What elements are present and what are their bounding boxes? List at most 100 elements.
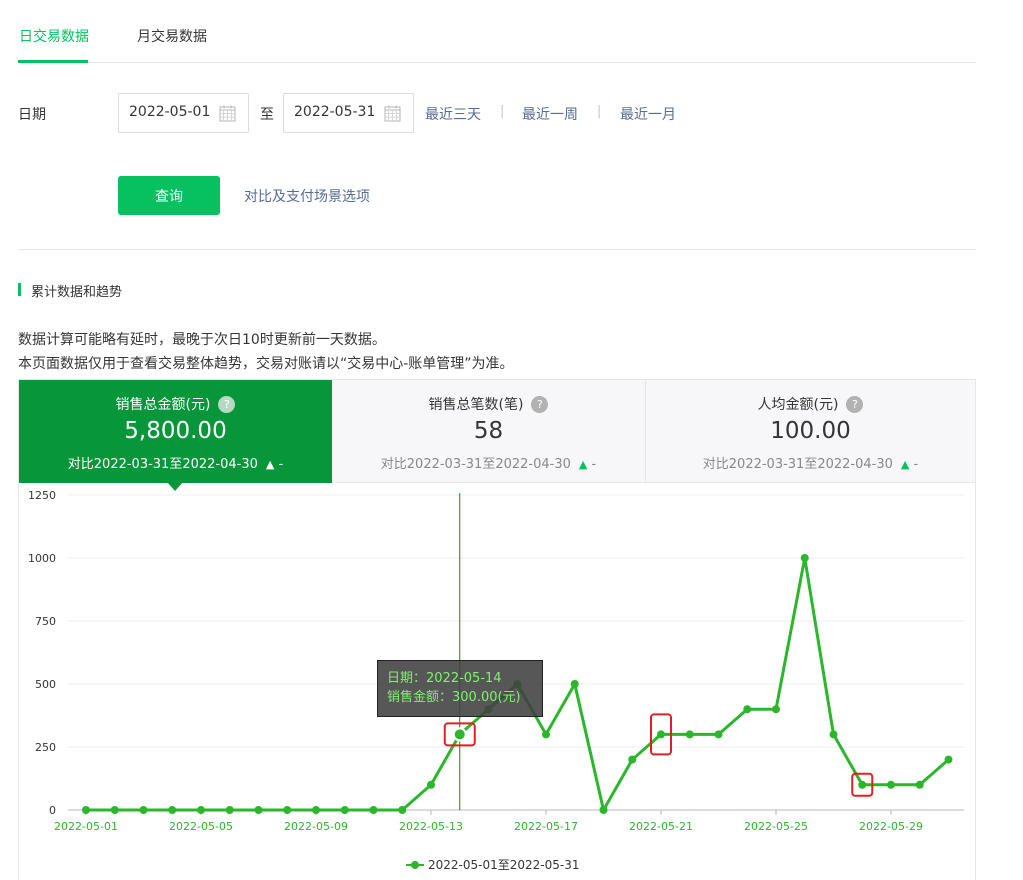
tooltip-date: 日期：2022-05-14 xyxy=(387,671,502,686)
metric-card-total-amount[interactable]: 销售总金额(元)? 5,800.00 对比2022-03-31至2022-04-… xyxy=(19,380,332,483)
data-point xyxy=(944,755,953,764)
tooltip-amount: 销售金额：300.00(元) xyxy=(387,690,521,705)
x-tick-label: 2022-05-09 xyxy=(284,820,348,833)
data-point xyxy=(110,806,119,814)
data-point xyxy=(858,780,867,789)
tab-bar: 日交易数据 月交易数据 xyxy=(18,0,976,63)
metric-card-total-count[interactable]: 销售总笔数(笔)? 58 对比2022-03-31至2022-04-30 ▲ - xyxy=(332,380,645,483)
data-point xyxy=(312,806,320,814)
x-tick-label: 2022-05-29 xyxy=(859,820,923,833)
metric-title: 人均金额(元) xyxy=(757,397,839,413)
calendar-icon[interactable] xyxy=(219,105,236,122)
end-date-input[interactable] xyxy=(294,104,384,120)
metric-title: 销售总金额(元) xyxy=(115,397,211,413)
y-tick-label: 250 xyxy=(35,741,56,754)
up-arrow-icon: ▲ xyxy=(265,458,275,471)
data-point xyxy=(570,680,579,688)
data-point xyxy=(452,727,467,742)
date-range-separator: 至 xyxy=(260,107,274,123)
data-point xyxy=(887,780,895,789)
metric-compare-row: 对比2022-03-31至2022-04-30 ▲ - xyxy=(646,453,975,472)
data-point xyxy=(398,806,407,814)
section-title: 累计数据和趋势 xyxy=(31,285,123,300)
metric-compare-range: 对比2022-03-31至2022-04-30 xyxy=(380,457,571,472)
link-separator: | xyxy=(597,104,602,119)
up-arrow-icon: ▲ xyxy=(900,458,910,471)
data-point xyxy=(685,730,694,739)
start-date-input[interactable] xyxy=(129,104,219,120)
x-tick-label: 2022-05-21 xyxy=(629,820,693,833)
start-date-field[interactable] xyxy=(118,93,249,133)
metric-change: - xyxy=(913,457,919,472)
help-icon[interactable]: ? xyxy=(218,396,236,413)
calendar-icon[interactable] xyxy=(384,105,401,122)
chart-legend[interactable]: 2022-05-01至2022-05-31 xyxy=(406,856,579,873)
data-point xyxy=(197,806,205,814)
data-point xyxy=(599,806,608,814)
y-tick-label: 0 xyxy=(49,804,56,817)
x-tick-label: 2022-05-25 xyxy=(744,820,808,833)
active-tab-indicator xyxy=(18,60,88,63)
data-point xyxy=(340,806,349,814)
metric-value: 100.00 xyxy=(770,418,851,444)
quick-link-last-month[interactable]: 最近一月 xyxy=(620,104,676,124)
data-point xyxy=(254,806,263,814)
x-tick-label: 2022-05-13 xyxy=(399,820,463,833)
help-icon[interactable]: ? xyxy=(846,396,864,413)
metric-value: 5,800.00 xyxy=(124,418,227,444)
data-point xyxy=(800,554,809,562)
data-point xyxy=(369,806,378,814)
data-point xyxy=(139,806,148,814)
y-tick-label: 1000 xyxy=(28,552,56,565)
legend-label: 2022-05-01至2022-05-31 xyxy=(428,858,580,872)
end-date-field[interactable] xyxy=(283,93,414,133)
metric-compare-row: 对比2022-03-31至2022-04-30 ▲ - xyxy=(332,453,645,472)
chart-tooltip: 日期：2022-05-14 销售金额：300.00(元) xyxy=(377,660,543,717)
x-tick-label: 2022-05-05 xyxy=(169,820,233,833)
data-point xyxy=(915,780,924,789)
data-point xyxy=(225,806,234,814)
data-point xyxy=(82,806,90,814)
data-usage-note: 本页面数据仅用于查看交易整体趋势，交易对账请以“交易中心-账单管理”为准。 xyxy=(18,356,514,372)
metric-compare-range: 对比2022-03-31至2022-04-30 xyxy=(702,457,893,472)
metric-card-avg-amount[interactable]: 人均金额(元)? 100.00 对比2022-03-31至2022-04-30 ▲… xyxy=(646,380,975,483)
data-point xyxy=(743,705,752,714)
link-separator: | xyxy=(500,104,505,119)
help-icon[interactable]: ? xyxy=(531,396,549,413)
quick-link-last-3-days[interactable]: 最近三天 xyxy=(425,104,481,124)
section-title-marker xyxy=(18,283,21,296)
tab-monthly[interactable]: 月交易数据 xyxy=(137,26,207,46)
metric-card-header: 销售总笔数(笔)? xyxy=(332,394,645,414)
data-point xyxy=(829,730,838,739)
section-divider xyxy=(18,249,976,250)
data-point xyxy=(628,755,637,764)
quick-link-last-week[interactable]: 最近一周 xyxy=(522,104,578,124)
data-point xyxy=(168,806,177,814)
metric-card-header: 销售总金额(元)? xyxy=(19,394,332,414)
x-tick-label: 2022-05-01 xyxy=(54,820,118,833)
y-tick-label: 750 xyxy=(35,615,56,628)
tab-daily[interactable]: 日交易数据 xyxy=(19,26,89,46)
metric-compare-row: 对比2022-03-31至2022-04-30 ▲ - xyxy=(19,453,332,472)
metric-change: - xyxy=(278,457,284,472)
metric-compare-range: 对比2022-03-31至2022-04-30 xyxy=(67,457,258,472)
y-tick-label: 1250 xyxy=(28,489,56,502)
data-point xyxy=(542,730,550,739)
data-point xyxy=(657,730,665,739)
x-tick-label: 2022-05-17 xyxy=(514,820,578,833)
data-point xyxy=(714,730,723,739)
metric-title: 销售总笔数(笔) xyxy=(428,397,524,413)
compare-options-link[interactable]: 对比及支付场景选项 xyxy=(244,186,370,206)
data-point xyxy=(427,780,435,789)
metric-cards: 销售总金额(元)? 5,800.00 对比2022-03-31至2022-04-… xyxy=(18,379,976,483)
legend-line-marker xyxy=(406,860,424,870)
y-tick-label: 500 xyxy=(35,678,56,691)
metric-value: 58 xyxy=(473,418,504,444)
up-arrow-icon: ▲ xyxy=(578,458,588,471)
metric-change: - xyxy=(591,457,597,472)
data-point xyxy=(283,806,292,814)
query-button[interactable]: 查询 xyxy=(118,176,220,215)
date-label: 日期 xyxy=(18,107,46,123)
data-delay-note: 数据计算可能略有延时，最晚于次日10时更新前一天数据。 xyxy=(18,332,386,348)
metric-card-header: 人均金额(元)? xyxy=(646,394,975,414)
